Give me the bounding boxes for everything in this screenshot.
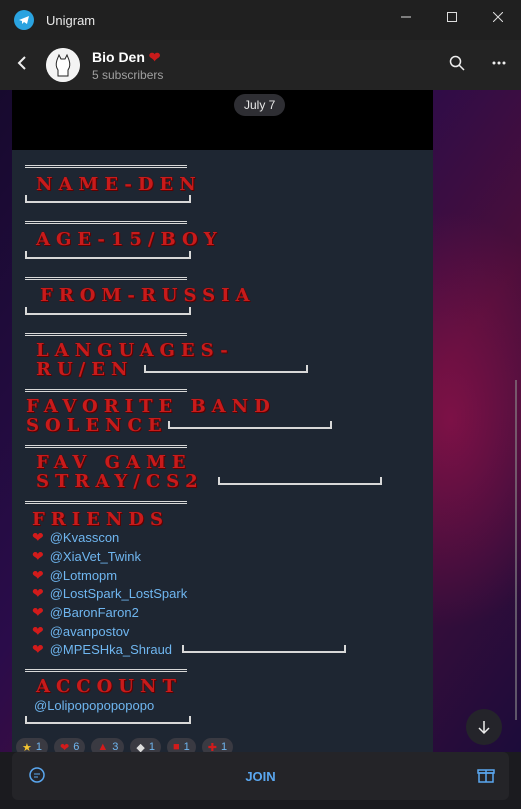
heart-icon: ❤ — [32, 585, 44, 601]
bio-name: NAME-DEN — [36, 174, 202, 195]
more-options-icon[interactable] — [491, 55, 507, 76]
window-title: Unigram — [46, 12, 96, 28]
join-button[interactable]: JOIN — [245, 769, 275, 784]
account-link[interactable]: @Lolipopopopopopo — [34, 698, 154, 713]
scrollbar[interactable] — [515, 380, 517, 720]
ornament-line — [25, 716, 191, 724]
friend-link[interactable]: ❤ @XiaVet_Twink — [32, 548, 141, 565]
ornament-frame — [25, 221, 187, 228]
ornament-frame — [25, 669, 187, 676]
bottom-bar: JOIN — [12, 752, 509, 800]
ornament-frame — [25, 389, 187, 396]
friend-link[interactable]: ❤ @avanpostov — [32, 623, 129, 640]
ornament-line — [182, 645, 346, 653]
ornament-frame — [25, 501, 187, 508]
heart-icon: ❤ — [32, 529, 44, 545]
friend-link[interactable]: ❤ @MPESHka_Shraud — [32, 641, 172, 658]
ornament-line — [25, 195, 191, 203]
date-pill: July 7 — [234, 94, 286, 116]
heart-icon: ❤ — [32, 604, 44, 620]
ornament-line — [25, 307, 191, 315]
heart-icon: ❤ — [32, 623, 44, 639]
minimize-button[interactable] — [383, 0, 429, 34]
friend-link[interactable]: ❤ @BaronFaron2 — [32, 604, 139, 621]
maximize-button[interactable] — [429, 0, 475, 34]
ornament-line — [168, 421, 332, 429]
back-arrow-icon[interactable] — [16, 55, 44, 76]
ornament-frame — [25, 445, 187, 452]
friend-link[interactable]: ❤ @Kvasscon — [32, 529, 119, 546]
ornament-line — [218, 477, 382, 485]
friend-link[interactable]: ❤ @Lotmopm — [32, 567, 117, 584]
bio-game: FAV GAME STRAY/CS2 — [36, 452, 204, 492]
heart-icon: ❤ — [32, 641, 44, 657]
media-preview[interactable] — [12, 90, 433, 150]
chat-header: Bio Den ❤ 5 subscribers — [0, 40, 521, 90]
heart-icon: ❤ — [32, 567, 44, 583]
bio-languages: LANGUAGES- RU/EN — [36, 340, 234, 380]
comment-icon[interactable] — [28, 766, 46, 789]
arrow-down-icon — [478, 721, 490, 735]
ornament-frame — [25, 165, 187, 172]
channel-name[interactable]: Bio Den ❤ — [92, 49, 163, 66]
heart-icon: ❤ — [148, 48, 161, 65]
bio-age: AGE-15/BOY — [36, 229, 223, 250]
friend-link[interactable]: ❤ @LostSpark_LostSpark — [32, 585, 187, 602]
close-button[interactable] — [475, 0, 521, 34]
scroll-down-button[interactable] — [466, 709, 502, 745]
heart-icon: ❤ — [32, 548, 44, 564]
avatar[interactable] — [46, 48, 80, 82]
ornament-frame — [25, 277, 187, 284]
title-bar: Unigram — [0, 0, 521, 40]
ornament-line — [25, 251, 191, 259]
subscriber-count: 5 subscribers — [92, 67, 164, 82]
ornament-frame — [25, 333, 187, 340]
search-icon[interactable] — [449, 55, 465, 76]
ornament-line — [144, 365, 308, 373]
bio-friends-title: FRIENDS — [32, 509, 169, 530]
bio-from: FROM-RUSSIA — [40, 285, 256, 306]
message-bubble[interactable]: NAME-DEN AGE-15/BOY FROM-RUSSIA LANGUAGE… — [12, 150, 433, 752]
bio-account-title: ACCOUNT — [36, 676, 182, 697]
gift-icon[interactable] — [477, 766, 495, 789]
telegram-logo-icon — [14, 10, 34, 30]
bio-band: FAVORITE BAND SOLENCE — [26, 396, 276, 436]
